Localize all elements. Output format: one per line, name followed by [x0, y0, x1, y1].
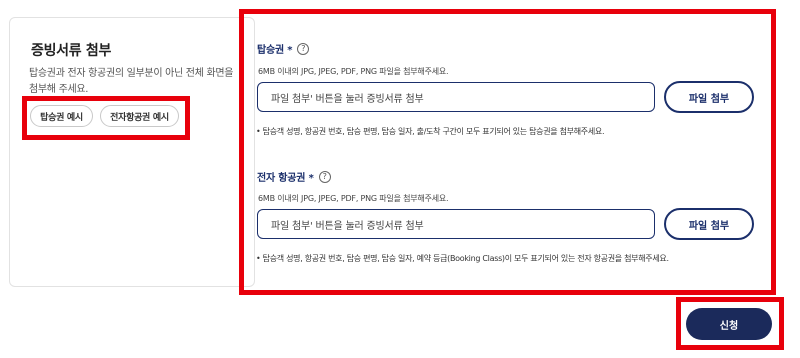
help-icon[interactable]: ?: [318, 170, 331, 183]
e-ticket-attach-button[interactable]: 파일 첨부: [664, 208, 754, 240]
e-ticket-file-hint: 6MB 이내의 JPG, JPEG, PDF, PNG 파일을 첨부해주세요.: [258, 194, 449, 203]
boarding-pass-attach-button[interactable]: 파일 첨부: [664, 81, 754, 113]
boarding-pass-label: 탑승권 * ?: [257, 41, 310, 56]
e-ticket-file-input[interactable]: 파일 첨부' 버튼을 눌러 증빙서류 첨부: [257, 209, 655, 239]
e-ticket-example-button[interactable]: 전자항공권 예시: [100, 105, 179, 127]
boarding-pass-label-text: 탑승권 *: [257, 45, 293, 56]
boarding-pass-note: • 탑승객 성명, 항공권 번호, 탑승 편명, 탑승 일자, 출/도착 구간이…: [256, 127, 605, 136]
boarding-pass-example-button[interactable]: 탑승권 예시: [30, 105, 93, 127]
submit-button[interactable]: 신청: [686, 308, 772, 340]
page: 증빙서류 첨부 탑승권과 전자 항공권의 일부분이 아닌 전체 화면을 첨부해 …: [0, 0, 800, 358]
section-title: 증빙서류 첨부: [31, 43, 112, 59]
boarding-pass-file-input[interactable]: 파일 첨부' 버튼을 눌러 증빙서류 첨부: [257, 82, 655, 112]
section-description: 탑승권과 전자 항공권의 일부분이 아닌 전체 화면을 첨부해 주세요.: [29, 68, 234, 95]
help-icon[interactable]: ?: [297, 42, 310, 55]
boarding-pass-file-hint: 6MB 이내의 JPG, JPEG, PDF, PNG 파일을 첨부해주세요.: [258, 67, 449, 76]
e-ticket-label: 전자 항공권 * ?: [257, 169, 331, 184]
e-ticket-note: • 탑승객 성명, 항공권 번호, 탑승 편명, 탑승 일자, 예약 등급(Bo…: [256, 254, 669, 263]
e-ticket-label-text: 전자 항공권 *: [257, 173, 314, 184]
